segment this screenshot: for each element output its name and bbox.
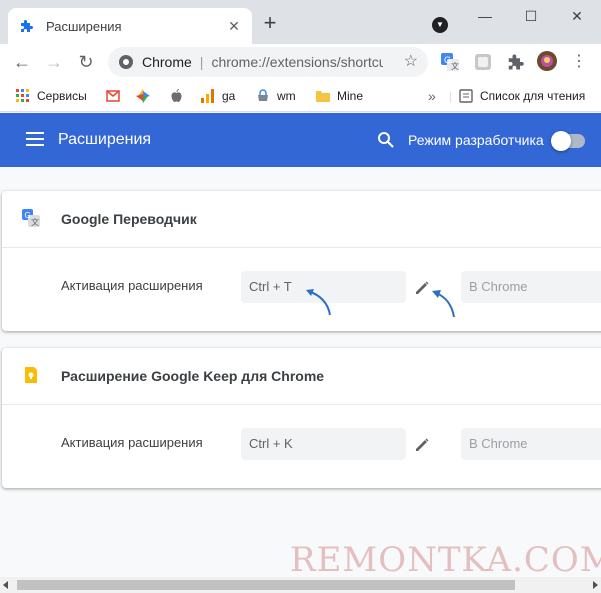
- watermark: REMONTKA.COM: [290, 540, 601, 580]
- extensions-puzzle-icon[interactable]: [505, 52, 525, 72]
- maximize-icon[interactable]: ☐: [520, 6, 542, 26]
- google-keep-icon: [22, 366, 40, 384]
- omnibox-url: chrome://extensions/shortcuts: [211, 54, 384, 70]
- analytics-icon: [201, 89, 215, 103]
- omnibox-separator: |: [199, 54, 204, 70]
- scrollbar-thumb[interactable]: [17, 580, 515, 590]
- forward-icon[interactable]: →: [42, 50, 66, 74]
- apple-bookmark-icon[interactable]: [170, 87, 183, 105]
- new-tab-button[interactable]: +: [260, 12, 280, 34]
- bookmark-mine[interactable]: Mine: [316, 87, 363, 105]
- puzzle-icon: [18, 18, 34, 34]
- edit-pencil-icon[interactable]: [413, 436, 431, 454]
- reading-list-button[interactable]: Список для чтения: [459, 87, 585, 105]
- shortcuts-content: G文 Google Переводчик Активация расширени…: [0, 167, 601, 577]
- minimize-icon[interactable]: —: [474, 6, 496, 26]
- bookmark-services[interactable]: Сервисы: [16, 87, 87, 105]
- bookmark-label: ga: [222, 89, 236, 103]
- toolbar: ← → ↻ Chrome | chrome://extensions/short…: [0, 44, 601, 80]
- annotation-arrow-pencil: [432, 290, 455, 318]
- google-translate-icon: G文: [22, 209, 40, 227]
- page-title: Расширения: [58, 131, 152, 148]
- gmail-bookmark-icon[interactable]: [106, 87, 120, 105]
- translate-extension-icon[interactable]: G文: [440, 52, 460, 72]
- svg-text:文: 文: [31, 217, 39, 227]
- bookmark-label: Сервисы: [37, 89, 87, 103]
- bookmark-wm[interactable]: wm: [256, 87, 296, 105]
- close-window-icon[interactable]: ✕: [566, 6, 588, 26]
- tab-extensions[interactable]: Расширения ✕: [8, 8, 252, 44]
- scroll-right-icon[interactable]: [593, 581, 598, 589]
- extension-name: Расширение Google Keep для Chrome: [61, 368, 325, 384]
- bookmark-label: wm: [277, 89, 296, 103]
- dev-mode-toggle[interactable]: [551, 131, 585, 151]
- apps-grid-icon: [16, 89, 30, 103]
- reload-icon[interactable]: ↻: [74, 50, 98, 74]
- omnibox-site: Chrome: [142, 54, 192, 70]
- bookmark-label: Mine: [337, 89, 364, 103]
- close-tab-icon[interactable]: ✕: [226, 18, 242, 34]
- shortcut-field[interactable]: Ctrl + K: [241, 428, 406, 460]
- scroll-left-icon[interactable]: [3, 581, 8, 589]
- omnibox[interactable]: Chrome | chrome://extensions/shortcuts ☆: [108, 47, 428, 77]
- extension-name: Google Переводчик: [61, 211, 197, 227]
- activation-label: Активация расширения: [61, 435, 203, 450]
- menu-icon[interactable]: ⋮: [567, 50, 591, 74]
- webmaster-icon: [256, 89, 270, 103]
- extension-card-keep: Расширение Google Keep для Chrome Актива…: [2, 348, 601, 488]
- svg-text:G: G: [25, 211, 31, 220]
- tab-strip: Расширения ✕ + ▼ — ☐ ✕: [0, 0, 601, 44]
- keep-extension-icon[interactable]: [473, 52, 493, 72]
- bookmarks-divider: |: [449, 89, 453, 103]
- svg-text:G: G: [444, 55, 451, 65]
- pinwheel-bookmark-icon[interactable]: [136, 87, 150, 105]
- extensions-header: Расширения Режим разработчика: [0, 113, 601, 167]
- reading-list-icon: [459, 89, 473, 103]
- search-icon[interactable]: [377, 131, 395, 149]
- chrome-icon: [118, 54, 134, 70]
- star-icon[interactable]: ☆: [404, 53, 418, 71]
- card-divider: [2, 247, 601, 248]
- dev-mode-label: Режим разработчика: [408, 132, 544, 148]
- tab-search-icon[interactable]: ▼: [432, 17, 448, 33]
- back-icon[interactable]: ←: [10, 50, 34, 74]
- bookmarks-overflow-button[interactable]: »: [428, 87, 436, 105]
- scope-select[interactable]: В Chrome: [461, 428, 601, 460]
- toggle-knob: [551, 131, 571, 151]
- scope-select[interactable]: В Chrome: [461, 271, 601, 303]
- activation-label: Активация расширения: [61, 278, 203, 293]
- svg-text:文: 文: [451, 61, 459, 71]
- profile-avatar-icon[interactable]: [536, 50, 558, 72]
- folder-icon: [316, 89, 330, 103]
- bookmark-ga[interactable]: ga: [201, 87, 235, 105]
- tab-title: Расширения: [46, 18, 122, 34]
- annotation-arrow-shortcut: [306, 289, 331, 316]
- hamburger-menu-icon[interactable]: [26, 132, 44, 146]
- card-divider: [2, 404, 601, 405]
- reading-list-label: Список для чтения: [480, 89, 586, 103]
- bookmarks-bar: Сервисы ga wm Mine » | Список для чтения: [0, 80, 601, 112]
